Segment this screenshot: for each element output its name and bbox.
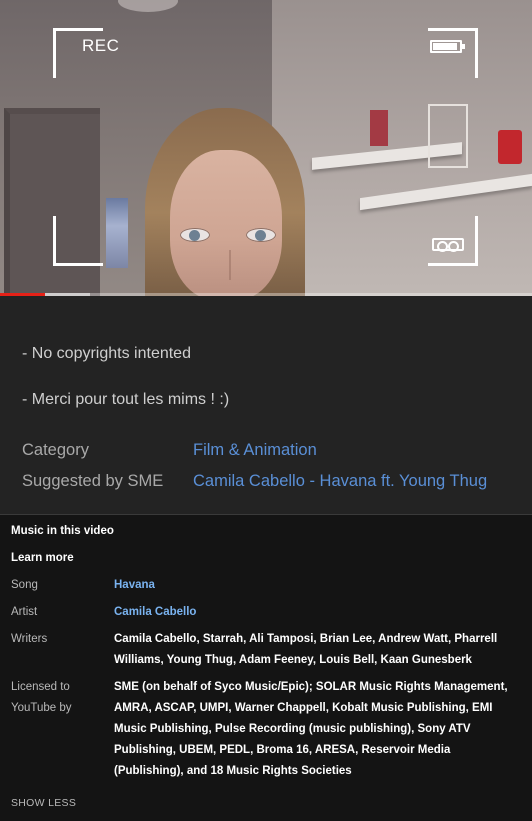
show-less-button[interactable]: SHOW LESS: [11, 797, 76, 809]
artist-label: Artist: [11, 606, 38, 618]
suggested-label: Suggested by SME: [22, 472, 164, 490]
category-link[interactable]: Film & Animation: [193, 441, 317, 460]
writers-label: Writers: [11, 633, 48, 645]
description-line: - No copyrights intented: [22, 345, 191, 362]
song-link[interactable]: Havana: [114, 575, 514, 596]
viewfinder-corner-top-right: [428, 28, 478, 78]
viewfinder-corner-bottom-left: [53, 216, 103, 266]
ceiling-light: [118, 0, 178, 12]
person-nose: [217, 250, 231, 280]
description-line: - Merci pour tout les mims ! :): [22, 391, 230, 408]
person-eye: [246, 228, 276, 242]
suggested-link[interactable]: Camila Cabello - Havana ft. Young Thug: [193, 472, 487, 491]
video-description: - No copyrights intented - Merci pour to…: [0, 296, 532, 514]
battery-icon: [430, 40, 465, 53]
tape-icon: [432, 238, 464, 252]
licensed-value: SME (on behalf of Syco Music/Epic); SOLA…: [114, 681, 508, 777]
category-label: Category: [22, 441, 89, 459]
video-player[interactable]: REC: [0, 0, 532, 296]
video-door: [4, 108, 100, 296]
shelf-mug: [498, 130, 522, 164]
song-label: Song: [11, 579, 38, 591]
person-eye: [180, 228, 210, 242]
licensed-label: Licensed to YouTube by: [11, 681, 72, 714]
rec-label: REC: [82, 36, 120, 55]
writers-value: Camila Cabello, Starrah, Ali Tamposi, Br…: [114, 633, 498, 666]
shelf-rack: [428, 104, 468, 168]
learn-more-link[interactable]: Learn more: [11, 552, 74, 564]
music-in-video-panel: Music in this video Learn more Song Hava…: [0, 515, 532, 821]
shelf-book: [370, 110, 388, 146]
music-section-title: Music in this video: [11, 525, 114, 537]
artist-link[interactable]: Camila Cabello: [114, 602, 514, 623]
video-poster: [106, 198, 128, 268]
